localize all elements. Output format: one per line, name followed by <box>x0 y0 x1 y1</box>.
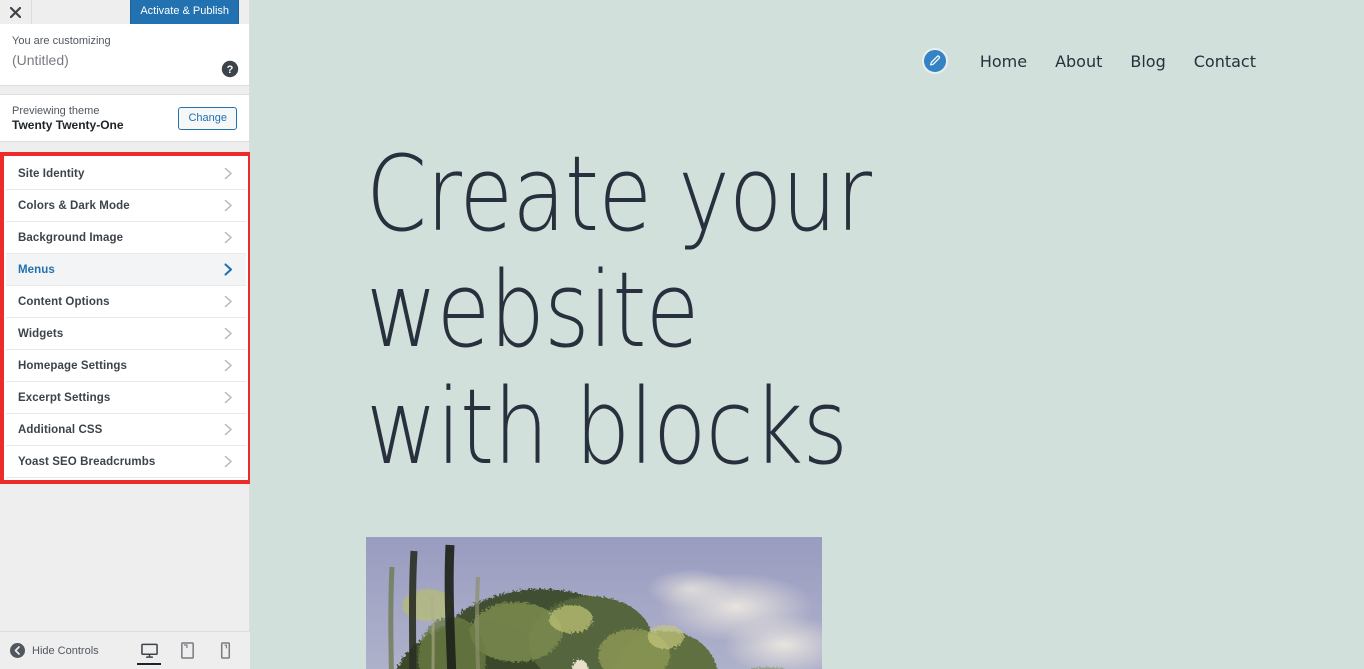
panel-item-label: Menus <box>18 263 55 276</box>
device-preview-switcher <box>134 636 240 666</box>
chevron-right-icon <box>223 167 234 180</box>
chevron-right-icon <box>223 423 234 436</box>
svg-text:?: ? <box>227 64 234 76</box>
panel-item-background-image[interactable]: Background Image <box>6 222 246 254</box>
customizer-panels-list: Site Identity Colors & Dark Mode Backgroun… <box>6 158 246 478</box>
help-question-icon[interactable]: ? <box>221 60 239 78</box>
customizing-header: You are customizing (Untitled) ? <box>0 24 249 86</box>
change-theme-button[interactable]: Change <box>178 106 237 130</box>
nav-link-blog[interactable]: Blog <box>1116 52 1179 71</box>
panel-item-label: Background Image <box>18 231 124 244</box>
panel-item-yoast-seo-breadcrumbs[interactable]: Yoast SEO Breadcrumbs <box>6 446 246 478</box>
activate-and-publish-button[interactable]: Activate & Publish <box>130 0 239 25</box>
chevron-right-icon <box>223 199 234 212</box>
chevron-right-icon <box>223 263 234 276</box>
nav-link-contact[interactable]: Contact <box>1180 52 1270 71</box>
panel-item-label: Additional CSS <box>18 423 103 436</box>
pencil-edit-icon[interactable] <box>921 48 948 74</box>
previewing-theme-eyebrow: Previewing theme <box>12 104 100 117</box>
panel-item-label: Homepage Settings <box>18 359 128 372</box>
publish-button-area: Activate & Publish <box>32 0 249 25</box>
panel-item-widgets[interactable]: Widgets <box>6 318 246 350</box>
chevron-right-icon <box>223 327 234 340</box>
nav-links: Home About Blog Contact <box>966 52 1270 71</box>
device-preview-mobile[interactable] <box>210 636 240 666</box>
site-navigation: Home About Blog Contact <box>250 0 1364 74</box>
hero-title-line1: Create your website <box>366 133 872 372</box>
panel-item-homepage-settings[interactable]: Homepage Settings <box>6 350 246 382</box>
hero-title-line2: with blocks <box>366 365 848 488</box>
panel-item-label: Excerpt Settings <box>18 391 111 404</box>
close-x-icon[interactable] <box>0 0 32 24</box>
chevron-right-icon <box>223 231 234 244</box>
nav-link-home[interactable]: Home <box>966 52 1041 71</box>
previewing-theme-text: Previewing theme Twenty Twenty-One <box>12 104 178 133</box>
annotation-rectangle: Site Identity Colors & Dark Mode Backgroun… <box>0 152 252 484</box>
chevron-right-icon <box>223 391 234 404</box>
chevron-right-icon <box>223 295 234 308</box>
customizer-topbar: Activate & Publish <box>0 0 249 25</box>
site-preview-frame: Home About Blog Contact Create your website… <box>250 0 1364 669</box>
customizing-title: (Untitled) <box>12 52 69 68</box>
collapse-arrow-icon <box>10 643 25 658</box>
hero-section: Create your website with blocks <box>250 74 1364 488</box>
panel-item-menus[interactable]: Menus <box>6 254 246 286</box>
previewing-theme-name: Twenty Twenty-One <box>12 117 124 132</box>
previewing-theme-row: Previewing theme Twenty Twenty-One Chang… <box>0 94 249 142</box>
panel-item-label: Colors & Dark Mode <box>18 199 130 212</box>
panel-item-site-identity[interactable]: Site Identity <box>6 158 246 190</box>
panel-item-additional-css[interactable]: Additional CSS <box>6 414 246 446</box>
panel-item-colors-dark-mode[interactable]: Colors & Dark Mode <box>6 190 246 222</box>
hide-controls-button[interactable]: Hide Controls <box>10 643 134 658</box>
nav-link-about[interactable]: About <box>1041 52 1116 71</box>
panel-item-excerpt-settings[interactable]: Excerpt Settings <box>6 382 246 414</box>
panel-item-content-options[interactable]: Content Options <box>6 286 246 318</box>
sidebar-spacer <box>0 86 249 94</box>
customizing-eyebrow: You are customizing <box>12 35 111 47</box>
hero-title: Create your website with blocks <box>366 133 1122 488</box>
chevron-right-icon <box>223 455 234 468</box>
panel-item-label: Content Options <box>18 295 110 308</box>
hide-controls-label: Hide Controls <box>32 644 99 657</box>
panel-item-label: Site Identity <box>18 167 85 180</box>
device-preview-tablet[interactable] <box>172 636 202 666</box>
panel-item-label: Yoast SEO Breadcrumbs <box>18 455 156 468</box>
device-preview-desktop[interactable] <box>134 636 164 666</box>
impressionist-garden-painting <box>366 537 822 669</box>
customizer-screen: Activate & Publish You are customizing (… <box>0 0 1364 669</box>
customizer-footer: Hide Controls <box>0 631 250 669</box>
customizer-sidebar: Activate & Publish You are customizing (… <box>0 0 252 669</box>
chevron-right-icon <box>223 359 234 372</box>
panel-item-label: Widgets <box>18 327 64 340</box>
